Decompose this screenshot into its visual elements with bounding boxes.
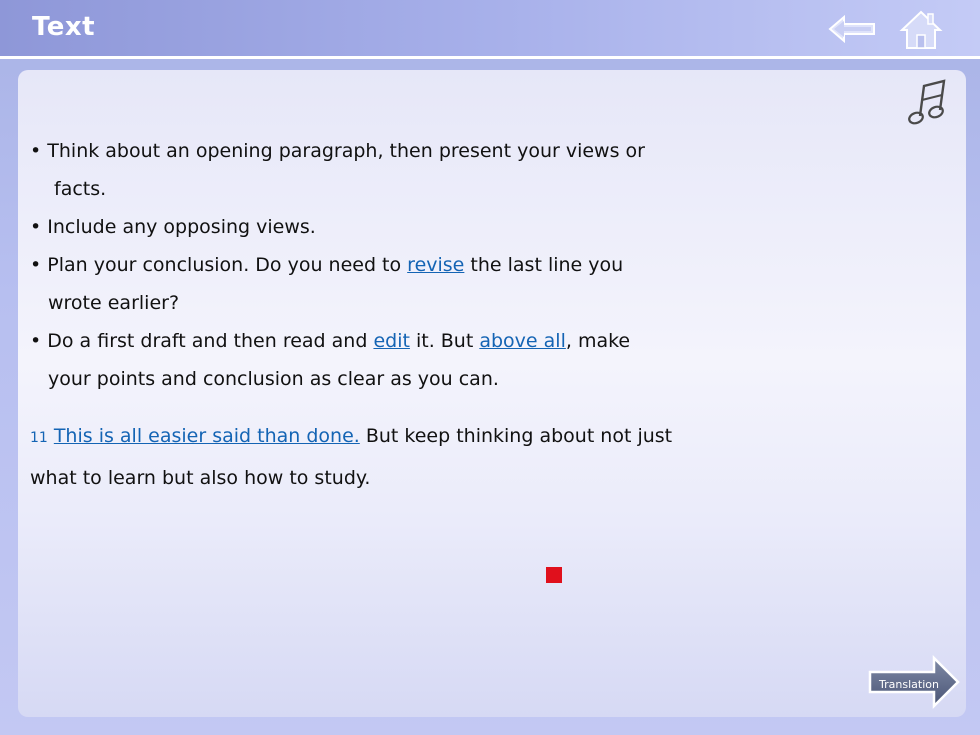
bullet-text: , make [565, 330, 631, 352]
bullet-text: Think about an opening paragraph, then p… [47, 140, 645, 162]
home-icon [899, 10, 943, 49]
bullet-text: the last line you [464, 254, 624, 276]
bullet-text: Do a first draft and then read and [47, 330, 374, 352]
bullet-dot: • [30, 216, 42, 238]
page-title: Text [32, 12, 96, 42]
bullet-continuation: your points and conclusion as clear as y… [48, 368, 499, 390]
paragraph-text: But keep thinking about not just [359, 425, 673, 447]
bullet-continuation: facts. [54, 178, 107, 200]
bullet-dot: • [30, 330, 42, 352]
bullet-text: it. But [409, 330, 480, 352]
bullet-item: • Plan your conclusion. Do you need to r… [30, 246, 790, 322]
easier-said-link[interactable]: This is all easier said than done. [54, 425, 360, 447]
back-arrow-icon [828, 14, 875, 44]
paragraph-text-line2: what to learn but also how to study. [30, 467, 371, 489]
above-all-link[interactable]: above all [479, 330, 566, 352]
bullet-dot: • [30, 254, 42, 276]
header-divider [0, 56, 980, 59]
translation-button[interactable]: Translation [866, 654, 962, 710]
bullet-text: Plan your conclusion. Do you need to [47, 254, 408, 276]
edit-link[interactable]: edit [373, 330, 409, 352]
bullet-item: • Think about an opening paragraph, then… [30, 132, 790, 208]
red-marker [546, 567, 562, 583]
bullet-text: Include any opposing views. [47, 216, 316, 238]
bullet-item: • Include any opposing views. [30, 208, 790, 246]
music-note-icon [908, 79, 946, 125]
revise-link[interactable]: revise [407, 254, 464, 276]
translation-label: Translation [879, 678, 939, 691]
numbered-paragraph: 11 This is all easier said than done. But… [30, 416, 790, 498]
back-button[interactable] [828, 14, 876, 44]
paragraph-number: 11 [30, 430, 48, 446]
music-button[interactable] [906, 78, 948, 130]
main-content: • Think about an opening paragraph, then… [30, 132, 790, 498]
bullet-dot: • [30, 140, 42, 162]
bullet-continuation: wrote earlier? [48, 292, 180, 314]
home-button[interactable] [898, 8, 944, 52]
bullet-item: • Do a first draft and then read and edi… [30, 322, 790, 398]
header-bar: Text [0, 0, 980, 56]
